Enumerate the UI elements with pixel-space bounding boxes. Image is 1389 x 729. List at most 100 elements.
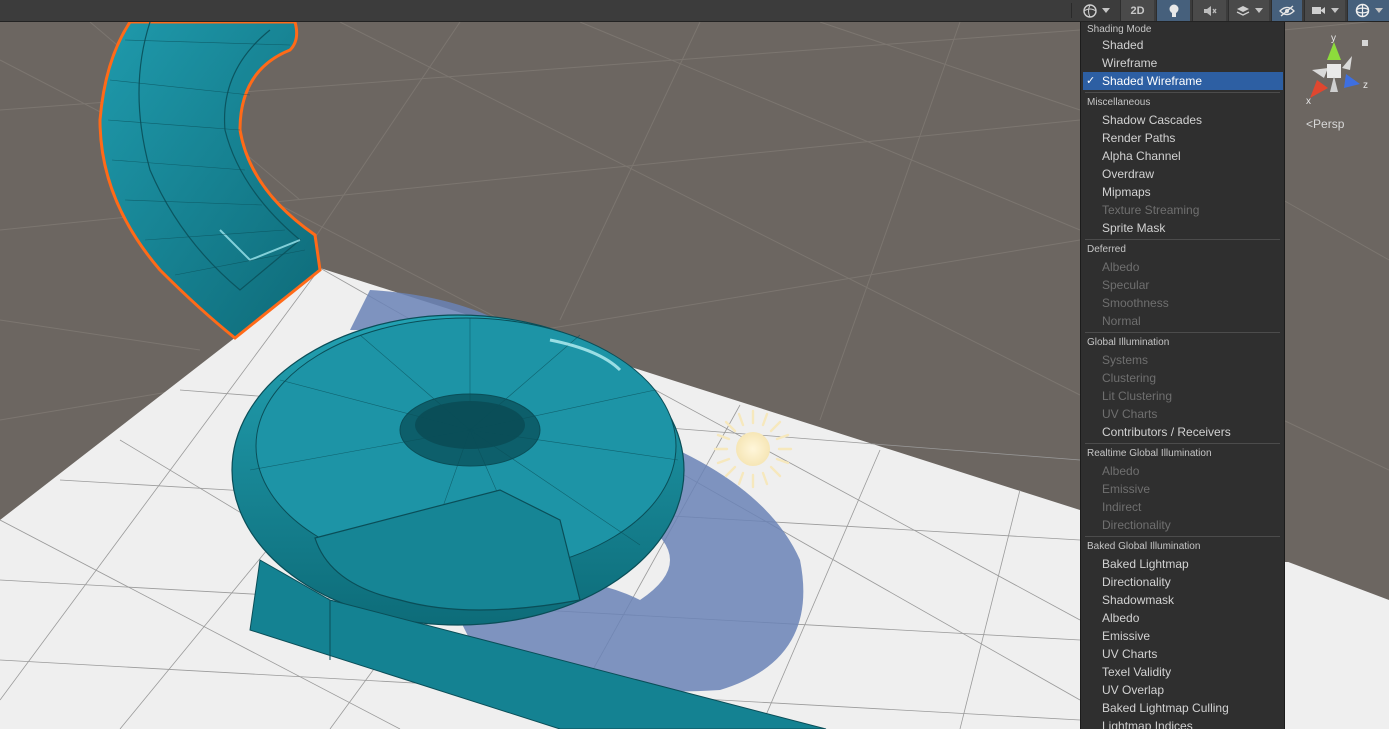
menu-item-label: Directionality — [1102, 575, 1171, 589]
menu-item-baked-directionality[interactable]: Directionality — [1083, 573, 1283, 591]
effects-dropdown[interactable] — [1228, 0, 1269, 21]
menu-item-baked-lightmap[interactable]: Baked Lightmap — [1083, 555, 1283, 573]
menu-item-realtime-albedo: Albedo — [1083, 462, 1283, 480]
menu-header-global-illumination: Global Illumination — [1087, 337, 1170, 348]
menu-item-baked-emissive[interactable]: Emissive — [1083, 627, 1283, 645]
menu-item-label: Directionality — [1102, 518, 1171, 532]
menu-item-label: Texel Validity — [1102, 665, 1172, 679]
menu-item-label: Render Paths — [1102, 131, 1176, 145]
sun-light-icon — [713, 409, 793, 489]
gizmo-axis-x-cone[interactable] — [1310, 80, 1328, 98]
light-bulb-icon — [1169, 4, 1178, 17]
menu-separator — [1085, 536, 1280, 537]
menu-item-alpha-channel[interactable]: Alpha Channel — [1083, 147, 1283, 165]
menu-item-label: UV Charts — [1102, 407, 1158, 421]
gizmo-center-cube[interactable] — [1327, 64, 1341, 78]
chevron-down-icon — [1101, 8, 1110, 13]
menu-separator — [1085, 332, 1280, 333]
menu-item-label: Texture Streaming — [1102, 203, 1200, 217]
menu-item-realtime-directionality: Directionality — [1083, 516, 1283, 534]
menu-item-overdraw[interactable]: Overdraw — [1083, 165, 1283, 183]
menu-item-baked-uv-charts[interactable]: UV Charts — [1083, 645, 1283, 663]
menu-item-deferred-specular: Specular — [1083, 276, 1283, 294]
menu-item-label: Systems — [1102, 353, 1149, 367]
menu-item-wireframe[interactable]: Wireframe — [1083, 54, 1283, 72]
gizmo-neg-cone[interactable] — [1342, 56, 1352, 70]
menu-item-sprite-mask[interactable]: Sprite Mask — [1083, 219, 1283, 237]
gizmo-neg-cone[interactable] — [1312, 68, 1328, 78]
draw-mode-dropdown[interactable] — [1078, 0, 1114, 21]
2d-toggle-button[interactable]: 2D — [1120, 0, 1154, 21]
menu-item-shadow-cascades[interactable]: Shadow Cascades — [1083, 111, 1283, 129]
projection-toggle[interactable]: <Persp — [1306, 117, 1344, 131]
layers-icon — [1236, 5, 1249, 16]
menu-item-label: Albedo — [1102, 611, 1140, 625]
menu-item-label: Albedo — [1102, 260, 1140, 274]
projection-label: Persp — [1313, 117, 1345, 131]
menu-item-shaded-wireframe[interactable]: ✓ Shaded Wireframe — [1083, 72, 1283, 90]
orientation-gizmo[interactable]: y x z — [1300, 30, 1380, 110]
audio-toggle-button[interactable] — [1192, 0, 1226, 21]
menu-header-deferred: Deferred — [1087, 244, 1126, 255]
menu-item-baked-lightmap-culling[interactable]: Baked Lightmap Culling — [1083, 699, 1283, 717]
gizmo-label-y: y — [1331, 33, 1336, 44]
camera-dropdown[interactable] — [1304, 0, 1345, 21]
gizmo-label-z: z — [1363, 80, 1368, 91]
hidden-objects-toggle[interactable] — [1271, 0, 1302, 21]
menu-item-label: Emissive — [1102, 629, 1151, 643]
menu-item-label: Lit Clustering — [1102, 389, 1173, 403]
menu-item-uv-overlap[interactable]: UV Overlap — [1083, 681, 1283, 699]
menu-item-mipmaps[interactable]: Mipmaps — [1083, 183, 1283, 201]
gizmo-lock-icon[interactable] — [1362, 40, 1368, 46]
toolbar-separator — [1071, 3, 1072, 18]
menu-item-label: Shaded Wireframe — [1102, 74, 1203, 88]
menu-item-deferred-smoothness: Smoothness — [1083, 294, 1283, 312]
menu-separator — [1085, 92, 1280, 93]
menu-item-label: Specular — [1102, 278, 1150, 292]
menu-item-label: Shadow Cascades — [1102, 113, 1203, 127]
menu-item-lightmap-indices[interactable]: Lightmap Indices — [1083, 717, 1283, 729]
gizmo-axis-z-cone[interactable] — [1344, 74, 1360, 88]
audio-mute-icon — [1203, 5, 1217, 16]
menu-item-label: Normal — [1102, 314, 1141, 328]
scene-view-toolbar: 2D — [0, 0, 1389, 22]
menu-item-realtime-emissive: Emissive — [1083, 480, 1283, 498]
menu-item-gi-systems: Systems — [1083, 351, 1283, 369]
gizmo-axis-y-cone[interactable] — [1327, 42, 1341, 60]
menu-item-gi-lit-clustering: Lit Clustering — [1083, 387, 1283, 405]
menu-item-label: Shadowmask — [1102, 593, 1175, 607]
menu-item-shadowmask[interactable]: Shadowmask — [1083, 591, 1283, 609]
menu-item-label: Emissive — [1102, 482, 1151, 496]
menu-item-label: Overdraw — [1102, 167, 1155, 181]
menu-item-gi-clustering: Clustering — [1083, 369, 1283, 387]
menu-header-shading-mode: Shading Mode — [1087, 24, 1152, 35]
hidden-eye-icon — [1279, 5, 1295, 16]
chevron-down-icon — [1375, 8, 1383, 13]
draw-mode-icon — [1082, 3, 1097, 18]
menu-item-deferred-albedo: Albedo — [1083, 258, 1283, 276]
menu-separator — [1085, 443, 1280, 444]
menu-item-baked-albedo[interactable]: Albedo — [1083, 609, 1283, 627]
menu-item-label: Clustering — [1102, 371, 1157, 385]
menu-item-shaded[interactable]: Shaded — [1083, 36, 1283, 54]
menu-item-render-paths[interactable]: Render Paths — [1083, 129, 1283, 147]
menu-item-label: Wireframe — [1102, 56, 1158, 70]
gizmos-dropdown[interactable] — [1347, 0, 1389, 21]
draw-mode-menu: Shading Mode Shaded Wireframe ✓ Shaded Wi… — [1080, 22, 1285, 729]
menu-item-contributors-receivers[interactable]: Contributors / Receivers — [1083, 423, 1283, 441]
menu-item-label: Indirect — [1102, 500, 1142, 514]
camera-icon — [1312, 7, 1325, 14]
chevron-down-icon — [1254, 8, 1263, 13]
chevron-down-icon — [1331, 8, 1339, 13]
lighting-toggle-button[interactable] — [1156, 0, 1190, 21]
menu-item-texel-validity[interactable]: Texel Validity — [1083, 663, 1283, 681]
menu-item-label: Alpha Channel — [1102, 149, 1181, 163]
menu-item-label: Smoothness — [1102, 296, 1169, 310]
menu-item-realtime-indirect: Indirect — [1083, 498, 1283, 516]
check-icon: ✓ — [1086, 75, 1096, 87]
menu-separator — [1085, 239, 1280, 240]
menu-item-texture-streaming: Texture Streaming — [1083, 201, 1283, 219]
2d-label: 2D — [1130, 4, 1145, 17]
menu-item-gi-uv-charts: UV Charts — [1083, 405, 1283, 423]
menu-item-deferred-normal: Normal — [1083, 312, 1283, 330]
